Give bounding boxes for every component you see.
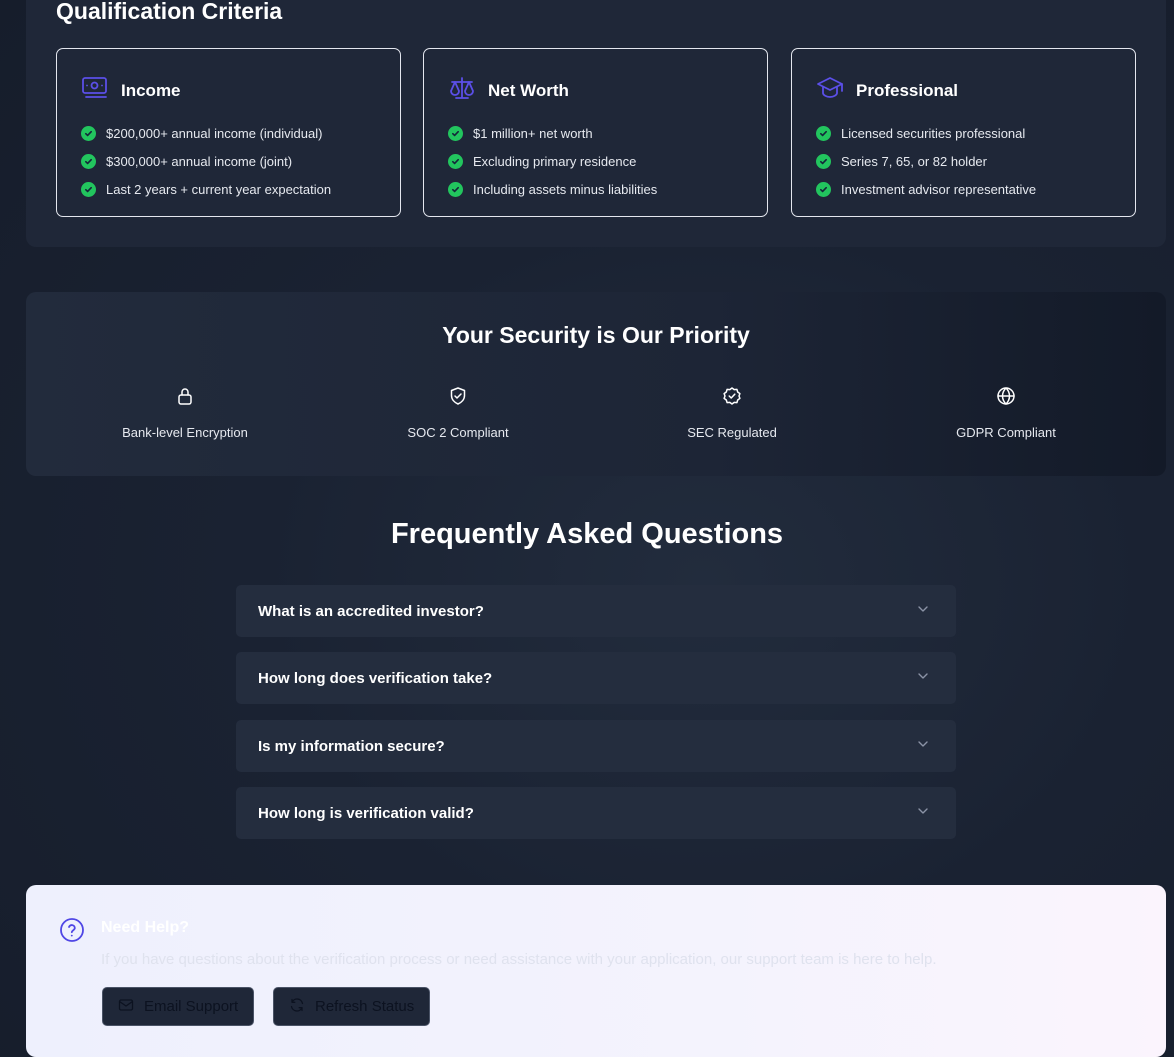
security-title: Your Security is Our Priority	[442, 322, 750, 348]
list-item: Including assets minus liabilities	[448, 175, 657, 203]
faq-title: Frequently Asked Questions	[390, 518, 784, 550]
check-circle-icon	[816, 153, 831, 169]
chevron-down-icon	[916, 804, 934, 823]
chevron-down-icon	[916, 737, 934, 756]
faq-question: What is an accredited investor?	[258, 602, 484, 620]
list-item: $300,000+ annual income (joint)	[81, 147, 331, 175]
chevron-down-icon	[916, 602, 934, 621]
list-item-text: Licensed securities professional	[841, 125, 1026, 141]
list-item-text: Excluding primary residence	[473, 153, 637, 169]
feature-label: SEC Regulated	[687, 425, 777, 440]
faq-question: How long does verification take?	[258, 669, 493, 687]
check-circle-icon	[448, 153, 463, 169]
help-circle-icon	[59, 917, 85, 943]
refresh-icon	[289, 997, 315, 1017]
security-panel: Your Security is Our Priority Bank-level…	[26, 292, 1166, 476]
feature-sec: SEC Regulated	[622, 386, 842, 440]
check-circle-icon	[816, 181, 831, 197]
check-circle-icon	[448, 125, 463, 141]
net-worth-card-title: Net Worth	[488, 80, 569, 100]
feature-label: SOC 2 Compliant	[407, 425, 509, 440]
feature-label: Bank-level Encryption	[122, 425, 248, 440]
list-item-text: Including assets minus liabilities	[473, 181, 658, 197]
list-item: Excluding primary residence	[448, 147, 657, 175]
faq-item[interactable]: How long is verification valid?	[236, 787, 956, 839]
criteria-title: Qualification Criteria	[56, 0, 283, 24]
list-item-text: Investment advisor representative	[841, 181, 1037, 197]
list-item: $200,000+ annual income (individual)	[81, 119, 331, 147]
email-support-button[interactable]: Email Support	[102, 987, 255, 1026]
income-card: Income $200,000+ annual income (individu…	[56, 48, 401, 217]
list-item: Investment advisor representative	[816, 175, 1036, 203]
money-icon	[81, 75, 109, 106]
list-item-text: Last 2 years + current year expectation	[106, 181, 332, 197]
check-circle-icon	[81, 153, 96, 169]
income-card-header: Income	[81, 75, 181, 106]
professional-card-header: Professional	[816, 75, 958, 106]
refresh-status-label: Refresh Status	[315, 998, 415, 1015]
graduation-cap-icon	[816, 75, 844, 106]
check-circle-icon	[816, 125, 831, 141]
mail-icon	[118, 997, 144, 1017]
list-item-text: Series 7, 65, or 82 holder	[841, 153, 987, 169]
shield-check-icon	[348, 386, 568, 406]
check-circle-icon	[448, 181, 463, 197]
faq-item[interactable]: How long does verification take?	[236, 652, 956, 704]
list-item-text: $300,000+ annual income (joint)	[106, 153, 293, 169]
list-item: $1 million+ net worth	[448, 119, 657, 147]
refresh-status-button[interactable]: Refresh Status	[273, 987, 431, 1026]
faq-item[interactable]: Is my information secure?	[236, 720, 956, 772]
help-description: If you have questions about the verifica…	[101, 951, 937, 968]
feature-gdpr: GDPR Compliant	[896, 386, 1116, 440]
email-support-label: Email Support	[144, 998, 239, 1015]
list-item: Series 7, 65, or 82 holder	[816, 147, 1036, 175]
net-worth-criteria-list: $1 million+ net worth Excluding primary …	[448, 119, 657, 203]
globe-icon	[896, 386, 1116, 406]
list-item-text: $1 million+ net worth	[473, 125, 593, 141]
income-criteria-list: $200,000+ annual income (individual) $30…	[81, 119, 331, 203]
faq-item[interactable]: What is an accredited investor?	[236, 585, 956, 637]
list-item: Last 2 years + current year expectation	[81, 175, 331, 203]
check-circle-icon	[81, 125, 96, 141]
professional-card: Professional Licensed securities profess…	[791, 48, 1136, 217]
badge-check-icon	[622, 386, 842, 406]
chevron-down-icon	[916, 669, 934, 688]
help-title: Need Help?	[101, 919, 190, 936]
faq-question: Is my information secure?	[258, 737, 445, 755]
feature-encryption: Bank-level Encryption	[75, 386, 295, 440]
scale-icon	[448, 75, 476, 106]
list-item: Licensed securities professional	[816, 119, 1036, 147]
feature-label: GDPR Compliant	[956, 425, 1056, 440]
lock-icon	[75, 386, 295, 406]
faq-question: How long is verification valid?	[258, 804, 474, 822]
help-panel: Need Help? If you have questions about t…	[26, 885, 1166, 1057]
list-item-text: $200,000+ annual income (individual)	[106, 125, 323, 141]
professional-criteria-list: Licensed securities professional Series …	[816, 119, 1036, 203]
check-circle-icon	[81, 181, 96, 197]
income-card-title: Income	[121, 80, 181, 100]
feature-soc2: SOC 2 Compliant	[348, 386, 568, 440]
net-worth-card: Net Worth $1 million+ net worth Excludin…	[423, 48, 768, 217]
professional-card-title: Professional	[856, 80, 959, 100]
net-worth-card-header: Net Worth	[448, 75, 569, 106]
